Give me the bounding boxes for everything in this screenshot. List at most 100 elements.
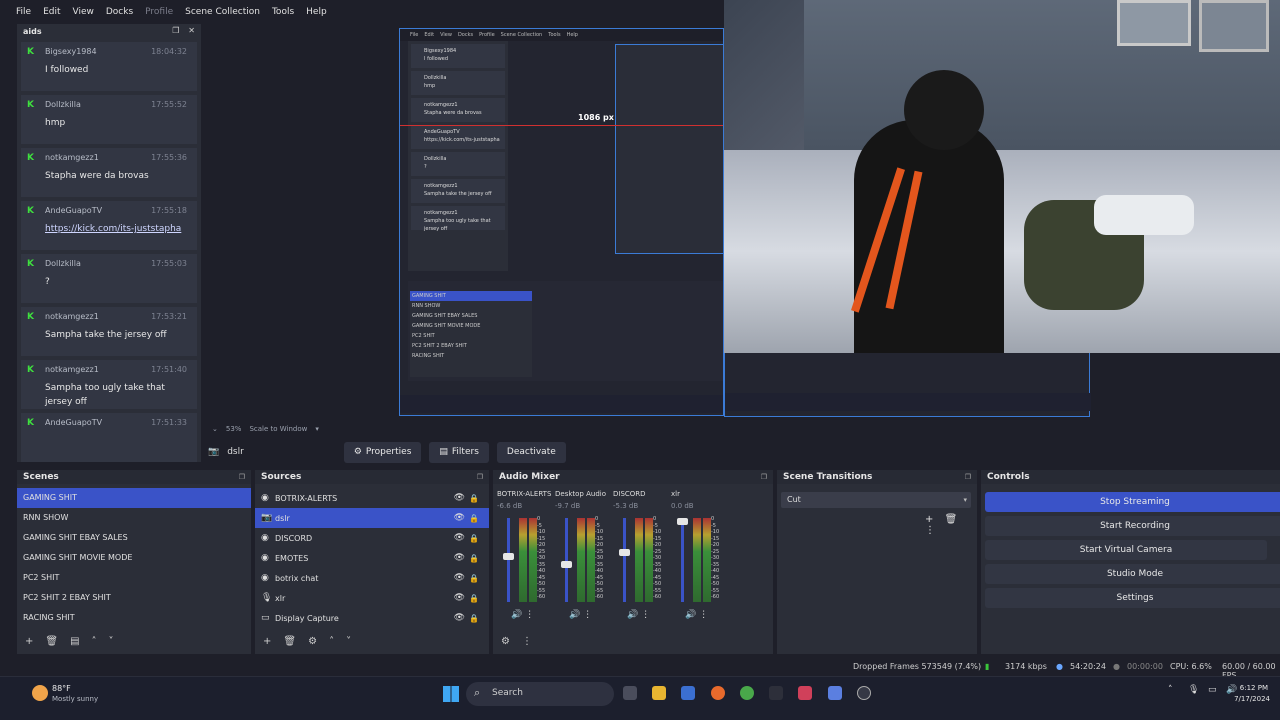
chat-username[interactable]: notkamgezz1: [45, 153, 99, 162]
gear-icon[interactable]: ⚙: [501, 636, 510, 647]
volume-fader-handle[interactable]: [619, 549, 630, 557]
volume-fader-handle[interactable]: [503, 553, 514, 561]
float-icon[interactable]: ❐: [477, 473, 483, 481]
scene-item[interactable]: RACING SHIT: [17, 608, 251, 628]
scene-item[interactable]: GAMING SHIT MOVIE MODE: [17, 548, 251, 568]
float-icon[interactable]: ❐: [761, 473, 767, 481]
scene-item[interactable]: RNN SHOW: [17, 508, 251, 528]
float-icon[interactable]: ❐: [239, 473, 245, 481]
chat-message-list[interactable]: K Bigsexy1984 18:04:32 I followed K Dollzkill…: [17, 42, 201, 462]
close-icon[interactable]: ✕: [188, 26, 195, 35]
app-icon[interactable]: [798, 686, 812, 700]
float-icon[interactable]: ❐: [172, 26, 179, 35]
volume-fader-handle[interactable]: [677, 518, 688, 525]
clock-time[interactable]: 6:12 PM: [1240, 684, 1268, 692]
source-item[interactable]: ▭ Display Capture 👁 🔒: [255, 608, 489, 628]
start-virtual-camera-button[interactable]: Start Virtual Camera: [985, 540, 1267, 560]
chat-username[interactable]: notkamgezz1: [45, 365, 99, 374]
chat-link[interactable]: https://kick.com/its-juststapha: [45, 222, 195, 236]
more-icon[interactable]: ⋮: [925, 525, 935, 536]
menu-help[interactable]: Help: [306, 7, 327, 17]
firefox-icon[interactable]: [711, 686, 725, 700]
display-capture-source[interactable]: File Edit View Docks Profile Scene Colle…: [399, 28, 724, 416]
windows-start-icon[interactable]: [443, 686, 459, 702]
volume-fader[interactable]: [681, 518, 684, 602]
source-item[interactable]: ◉ EMOTES 👁 🔒: [255, 548, 489, 568]
studio-mode-button[interactable]: Studio Mode: [985, 564, 1280, 584]
microphone-icon[interactable]: 🎙: [1188, 685, 1199, 695]
add-icon[interactable]: +: [925, 514, 933, 525]
menu-profile[interactable]: Profile: [145, 7, 173, 17]
volume-fader[interactable]: [623, 518, 626, 602]
chevron-down-icon[interactable]: ˅: [346, 636, 351, 647]
eye-icon[interactable]: 👁: [454, 493, 465, 503]
transition-select[interactable]: Cut ▾: [781, 492, 971, 508]
source-item[interactable]: 🎙 xlr 👁 🔒: [255, 588, 489, 608]
float-icon[interactable]: ❐: [965, 473, 971, 481]
store-icon[interactable]: [681, 686, 695, 700]
more-icon[interactable]: ⋮: [522, 636, 532, 647]
chevron-up-icon[interactable]: ˄: [1168, 685, 1173, 695]
chat-username[interactable]: AndeGuapoTV: [45, 418, 102, 427]
scene-item[interactable]: PC2 SHIT: [17, 568, 251, 588]
volume-icon[interactable]: 🔊: [1226, 685, 1237, 695]
weather-icon[interactable]: [32, 685, 48, 701]
deactivate-button[interactable]: Deactivate: [496, 441, 566, 463]
menu-tools[interactable]: Tools: [272, 7, 294, 17]
chrome-icon[interactable]: [740, 686, 754, 700]
trash-icon[interactable]: 🗑: [283, 636, 296, 647]
task-view-icon[interactable]: [623, 686, 637, 700]
speaker-icon[interactable]: 🔊: [569, 610, 580, 620]
source-item[interactable]: 📷 dslr 👁 🔒: [255, 508, 489, 528]
filters-button[interactable]: ▤ Filters: [429, 441, 489, 463]
menu-file[interactable]: File: [16, 7, 31, 17]
eye-icon[interactable]: 👁: [454, 573, 465, 583]
source-item[interactable]: ◉ DISCORD 👁 🔒: [255, 528, 489, 548]
volume-fader-handle[interactable]: [561, 560, 572, 568]
chat-username[interactable]: Bigsexy1984: [45, 47, 97, 56]
trash-icon[interactable]: 🗑: [945, 514, 958, 525]
lock-icon[interactable]: 🔒: [469, 534, 479, 543]
taskbar-search[interactable]: ⌕ Search: [466, 682, 614, 706]
webcam-source[interactable]: [724, 0, 1280, 353]
more-icon[interactable]: ⋮: [525, 610, 534, 620]
more-icon[interactable]: ⋮: [583, 610, 592, 620]
chat-username[interactable]: AndeGuapoTV: [45, 206, 102, 215]
trash-icon[interactable]: 🗑: [45, 636, 58, 647]
lock-icon[interactable]: 🔒: [469, 554, 479, 563]
gear-icon[interactable]: ⚙: [308, 636, 317, 647]
chat-username[interactable]: Dollzkilla: [45, 259, 81, 268]
source-item[interactable]: ◉ botrix chat 👁 🔒: [255, 568, 489, 588]
menu-view[interactable]: View: [73, 7, 94, 17]
start-recording-button[interactable]: Start Recording: [985, 516, 1280, 536]
obs-icon[interactable]: [857, 686, 871, 700]
scene-list[interactable]: GAMING SHIT RNN SHOW GAMING SHIT EBAY SALE…: [17, 488, 251, 628]
zoom-level[interactable]: 53%: [226, 425, 242, 433]
chat-username[interactable]: Dollzkilla: [45, 100, 81, 109]
chevron-up-icon[interactable]: ˄: [92, 636, 97, 647]
properties-button[interactable]: ⚙ Properties: [343, 441, 422, 463]
add-icon[interactable]: +: [25, 636, 33, 647]
eye-icon[interactable]: 👁: [454, 553, 465, 563]
caret-down-icon[interactable]: ▾: [315, 425, 319, 433]
speaker-icon[interactable]: 🔊: [511, 610, 522, 620]
app-icon-2[interactable]: [828, 686, 842, 700]
lock-icon[interactable]: 🔒: [469, 614, 479, 623]
menu-scene-collection[interactable]: Scene Collection: [185, 7, 260, 17]
lock-icon[interactable]: 🔒: [469, 574, 479, 583]
speaker-icon[interactable]: 🔊: [685, 610, 696, 620]
eye-icon[interactable]: 👁: [454, 513, 465, 523]
more-icon[interactable]: ⋮: [699, 610, 708, 620]
file-explorer-icon[interactable]: [652, 686, 666, 700]
terminal-icon[interactable]: [769, 686, 783, 700]
filter-icon[interactable]: ▤: [70, 636, 79, 647]
lock-icon[interactable]: 🔒: [469, 594, 479, 603]
source-list[interactable]: ◉ BOTRIX-ALERTS 👁 🔒 📷 dslr 👁 🔒 ◉ DISCORD 👁 🔒 ◉ EMOTES…: [255, 488, 489, 628]
clock-date[interactable]: 7/17/2024: [1234, 695, 1270, 703]
scene-item[interactable]: PC2 SHIT 2 EBAY SHIT: [17, 588, 251, 608]
more-icon[interactable]: ⋮: [641, 610, 650, 620]
network-icon[interactable]: ▭: [1208, 685, 1217, 695]
eye-icon[interactable]: 👁: [454, 613, 465, 623]
chat-username[interactable]: notkamgezz1: [45, 312, 99, 321]
menu-docks[interactable]: Docks: [106, 7, 133, 17]
